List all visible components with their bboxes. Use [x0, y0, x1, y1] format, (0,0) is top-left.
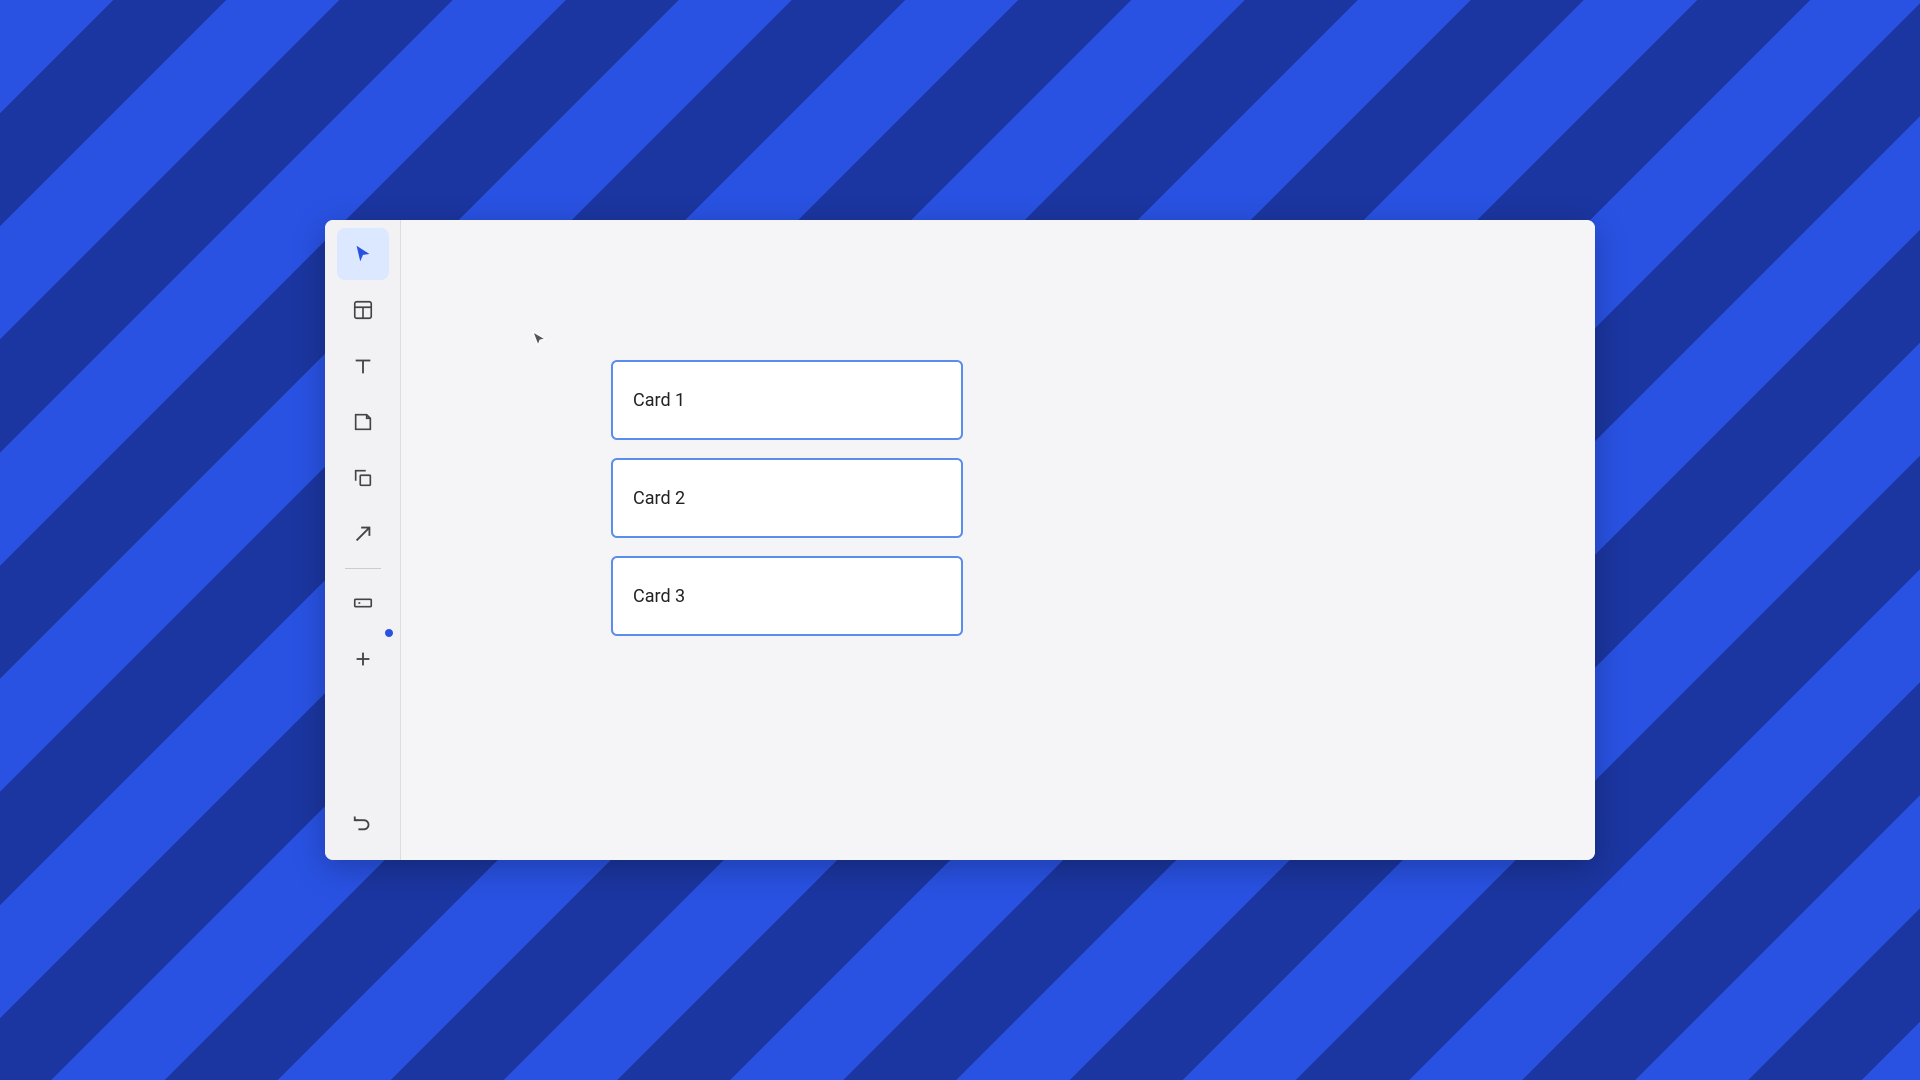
layout-icon — [352, 299, 374, 321]
sidebar-item-input[interactable] — [337, 577, 389, 629]
arrow-icon — [352, 523, 374, 545]
card-2[interactable]: Card 2 — [611, 458, 963, 538]
undo-icon — [352, 811, 374, 833]
add-icon — [352, 648, 374, 670]
sidebar-item-layout[interactable] — [337, 284, 389, 336]
sidebar-item-add[interactable] — [337, 633, 389, 685]
shape-icon — [352, 467, 374, 489]
card-3[interactable]: Card 3 — [611, 556, 963, 636]
text-icon — [352, 355, 374, 377]
sidebar-item-shape[interactable] — [337, 452, 389, 504]
add-dot-indicator — [385, 629, 393, 637]
sidebar-item-note[interactable] — [337, 396, 389, 448]
card-1-label: Card 1 — [633, 390, 685, 411]
sidebar-item-arrow[interactable] — [337, 508, 389, 560]
sidebar-item-undo[interactable] — [337, 796, 389, 848]
sidebar — [325, 220, 401, 860]
sidebar-divider — [345, 568, 381, 569]
card-2-label: Card 2 — [633, 488, 685, 509]
card-1[interactable]: Card 1 — [611, 360, 963, 440]
cards-container: Card 1 Card 2 Card 3 — [611, 360, 963, 636]
input-icon — [352, 592, 374, 614]
sidebar-item-text[interactable] — [337, 340, 389, 392]
card-3-label: Card 3 — [633, 586, 685, 607]
main-window: Card 1 Card 2 Card 3 — [325, 220, 1595, 860]
select-icon — [352, 243, 374, 265]
note-icon — [352, 411, 374, 433]
canvas-area: Card 1 Card 2 Card 3 — [401, 220, 1595, 860]
cursor-indicator — [531, 330, 549, 348]
sidebar-item-select[interactable] — [337, 228, 389, 280]
